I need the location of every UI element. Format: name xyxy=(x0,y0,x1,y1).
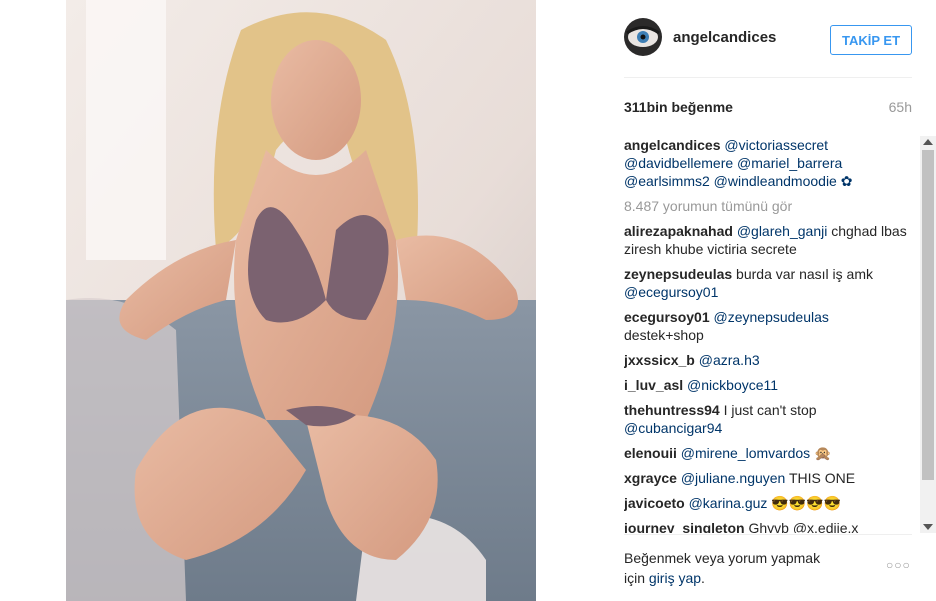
comment-item: zeynepsudeulas burda var nasıl iş amk @e… xyxy=(624,265,920,301)
comment-item: i_luv_asl @nickboyce11 xyxy=(624,376,920,394)
comment-username[interactable]: ecegursoy01 xyxy=(624,309,710,325)
ellipsis-icon[interactable]: ○○○ xyxy=(886,558,911,572)
caption-username[interactable]: angelcandices xyxy=(624,137,721,153)
comment-mention[interactable]: @azra.h3 xyxy=(699,352,760,368)
load-more-comments[interactable]: 8.487 yorumun tümünü gör xyxy=(624,197,920,215)
post-photo xyxy=(66,0,536,601)
comment-mention[interactable]: @mirene_lomvardos xyxy=(681,445,810,461)
comment-username[interactable]: journey_singleton xyxy=(624,520,745,533)
comment-mention[interactable]: @ecegursoy01 xyxy=(624,284,718,300)
comment-username[interactable]: xgrayce xyxy=(624,470,677,486)
comment-text: destek+shop xyxy=(624,327,704,343)
comment-item: journey_singleton Ghyvb @x.ediie.x xyxy=(624,519,920,533)
comment-text: 🙊 xyxy=(810,445,832,461)
footer-divider xyxy=(624,534,912,535)
comment-text: I just can't stop xyxy=(723,402,817,418)
comment-item: jxxssicx_b @azra.h3 xyxy=(624,351,920,369)
comments-scrollbar[interactable] xyxy=(920,136,936,533)
like-count[interactable]: 311bin beğenme xyxy=(624,99,733,115)
post-age[interactable]: 65h xyxy=(889,99,912,115)
profile-avatar[interactable] xyxy=(624,18,662,56)
comment-item: ecegursoy01 @zeynepsudeulas destek+shop xyxy=(624,308,920,344)
comment-mention[interactable]: @juliane.nguyen xyxy=(681,470,786,486)
comment-item: javicoeto @karina.guz 😎😎😎😎 xyxy=(624,494,920,512)
comment-username[interactable]: zeynepsudeulas xyxy=(624,266,732,282)
comment-text: THIS ONE xyxy=(785,470,856,486)
comment-mention[interactable]: @nickboyce11 xyxy=(687,377,778,393)
comment-username[interactable]: jxxssicx_b xyxy=(624,352,695,368)
comment-mention[interactable]: @karina.guz xyxy=(689,495,768,511)
comment-username[interactable]: javicoeto xyxy=(624,495,685,511)
scroll-thumb[interactable] xyxy=(922,150,934,480)
comment-text: 😎😎😎😎 xyxy=(767,495,842,511)
post-sidebar: angelcandices TAKİP ET 311bin beğenme 65… xyxy=(600,0,936,601)
comment-item: xgrayce @juliane.nguyen THIS ONE xyxy=(624,469,920,487)
login-link[interactable]: giriş yap xyxy=(649,570,701,586)
follow-button[interactable]: TAKİP ET xyxy=(830,25,912,55)
comment-username[interactable]: elenouii xyxy=(624,445,677,461)
comment-text: burda var nasıl iş amk xyxy=(736,266,873,282)
caption: angelcandices @victoriassecret @davidbel… xyxy=(624,136,920,190)
scroll-down-icon[interactable] xyxy=(923,524,933,530)
header-username[interactable]: angelcandices xyxy=(673,29,776,46)
comment-item: alirezapaknahad @glareh_ganji chghad lba… xyxy=(624,222,920,258)
post-header: angelcandices TAKİP ET xyxy=(624,18,912,60)
comment-item: elenouii @mirene_lomvardos 🙊 xyxy=(624,444,920,462)
comment-mention[interactable]: @cubancigar94 xyxy=(624,420,722,436)
login-prompt-suffix: . xyxy=(701,570,705,586)
comment-mention[interactable]: @zeynepsudeulas xyxy=(714,309,829,325)
comment-text: Ghyvb @x.ediie.x xyxy=(748,520,859,533)
header-divider xyxy=(624,77,912,78)
login-prompt: Beğenmek veya yorum yapmak için giriş ya… xyxy=(624,548,834,588)
comment-username[interactable]: i_luv_asl xyxy=(624,377,683,393)
comment-list: angelcandices @victoriassecret @davidbel… xyxy=(624,136,920,533)
comment-item: thehuntress94 I just can't stop @cubanci… xyxy=(624,401,920,437)
comment-username[interactable]: alirezapaknahad xyxy=(624,223,733,239)
comment-username[interactable]: thehuntress94 xyxy=(624,402,720,418)
scroll-up-icon[interactable] xyxy=(923,139,933,145)
comment-mention[interactable]: @glareh_ganji xyxy=(737,223,828,239)
